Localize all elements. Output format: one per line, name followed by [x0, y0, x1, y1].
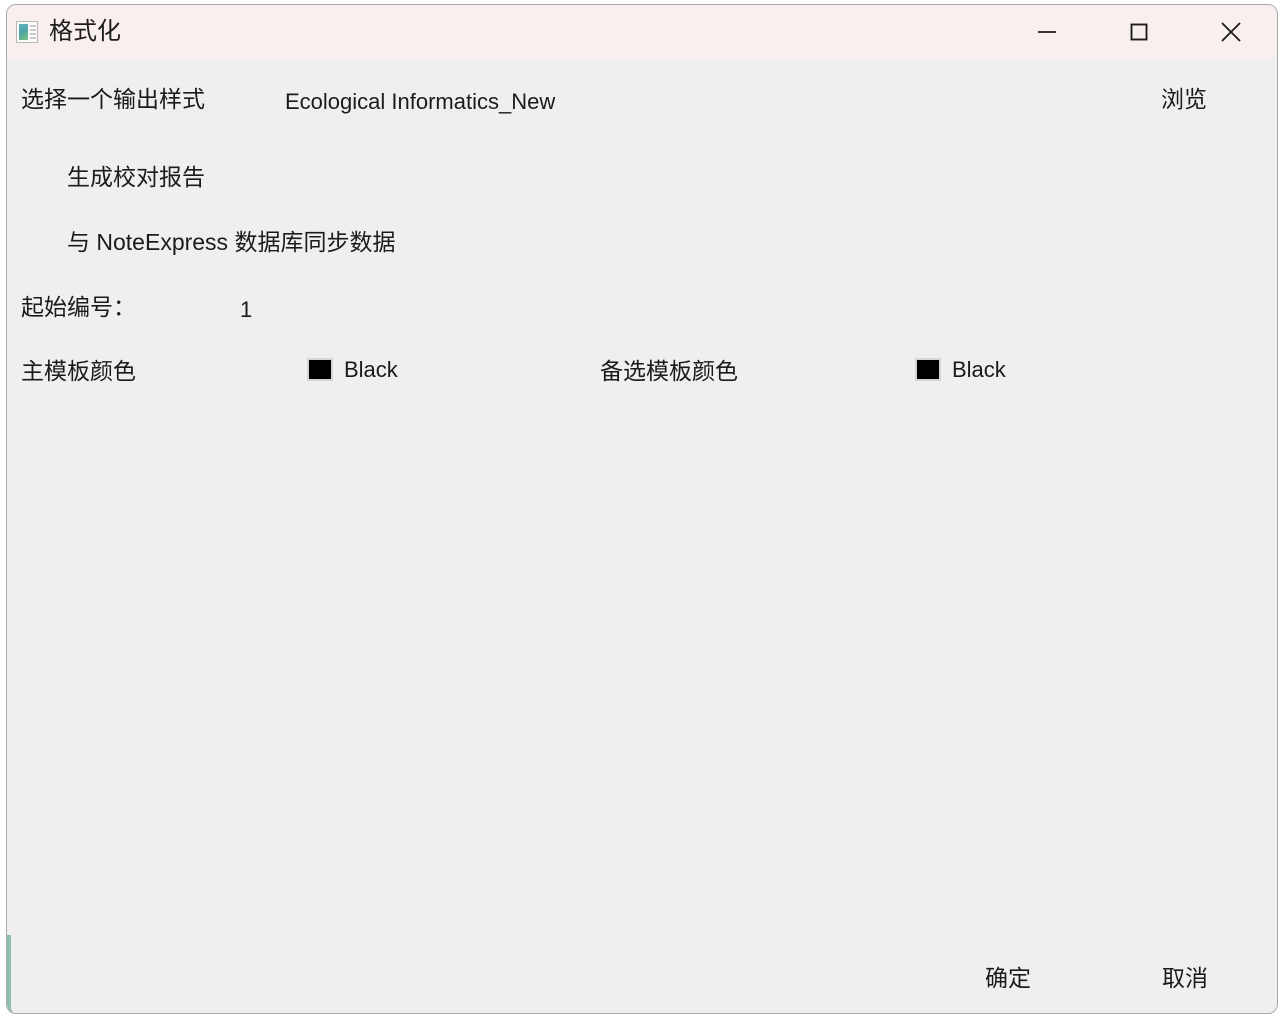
minimize-button[interactable] [1001, 5, 1093, 58]
format-dialog-window: 格式化 选择一个输出样式 Ecological Informatics_New … [6, 4, 1278, 1014]
window-controls [1001, 5, 1277, 58]
browse-button[interactable]: 浏览 [1161, 88, 1207, 111]
window-title: 格式化 [49, 17, 121, 45]
alt-template-color-label: 备选模板颜色 [600, 358, 738, 384]
alt-template-color-picker[interactable]: Black [915, 358, 1006, 381]
close-icon [1221, 21, 1241, 42]
titlebar: 格式化 [7, 5, 1277, 58]
cancel-button[interactable]: 取消 [1162, 967, 1208, 990]
main-color-swatch [307, 358, 333, 381]
maximize-icon [1130, 23, 1148, 40]
output-style-label: 选择一个输出样式 [21, 86, 205, 112]
alt-color-swatch [915, 358, 941, 381]
main-template-color-label: 主模板颜色 [21, 358, 136, 384]
main-template-color-picker[interactable]: Black [307, 358, 398, 381]
icon-text-lines [30, 24, 36, 39]
start-number-input[interactable]: 1 [240, 299, 252, 321]
template-preview-icon [16, 20, 38, 43]
minimize-icon [1038, 30, 1056, 33]
start-number-label: 起始编号： [21, 294, 136, 320]
main-color-value: Black [344, 356, 398, 382]
icon-preview-pane [19, 23, 28, 40]
dialog-body: 选择一个输出样式 Ecological Informatics_New 浏览 生… [7, 58, 1277, 1013]
checkbox-sync-noteexpress-database[interactable]: 与 NoteExpress 数据库同步数据 [67, 231, 395, 254]
alt-color-value: Black [952, 356, 1006, 382]
maximize-button[interactable] [1093, 5, 1185, 58]
checkbox-generate-proofing-report[interactable]: 生成校对报告 [67, 166, 205, 189]
close-button[interactable] [1185, 5, 1277, 58]
ok-button[interactable]: 确定 [985, 967, 1031, 990]
output-style-value[interactable]: Ecological Informatics_New [285, 91, 555, 113]
